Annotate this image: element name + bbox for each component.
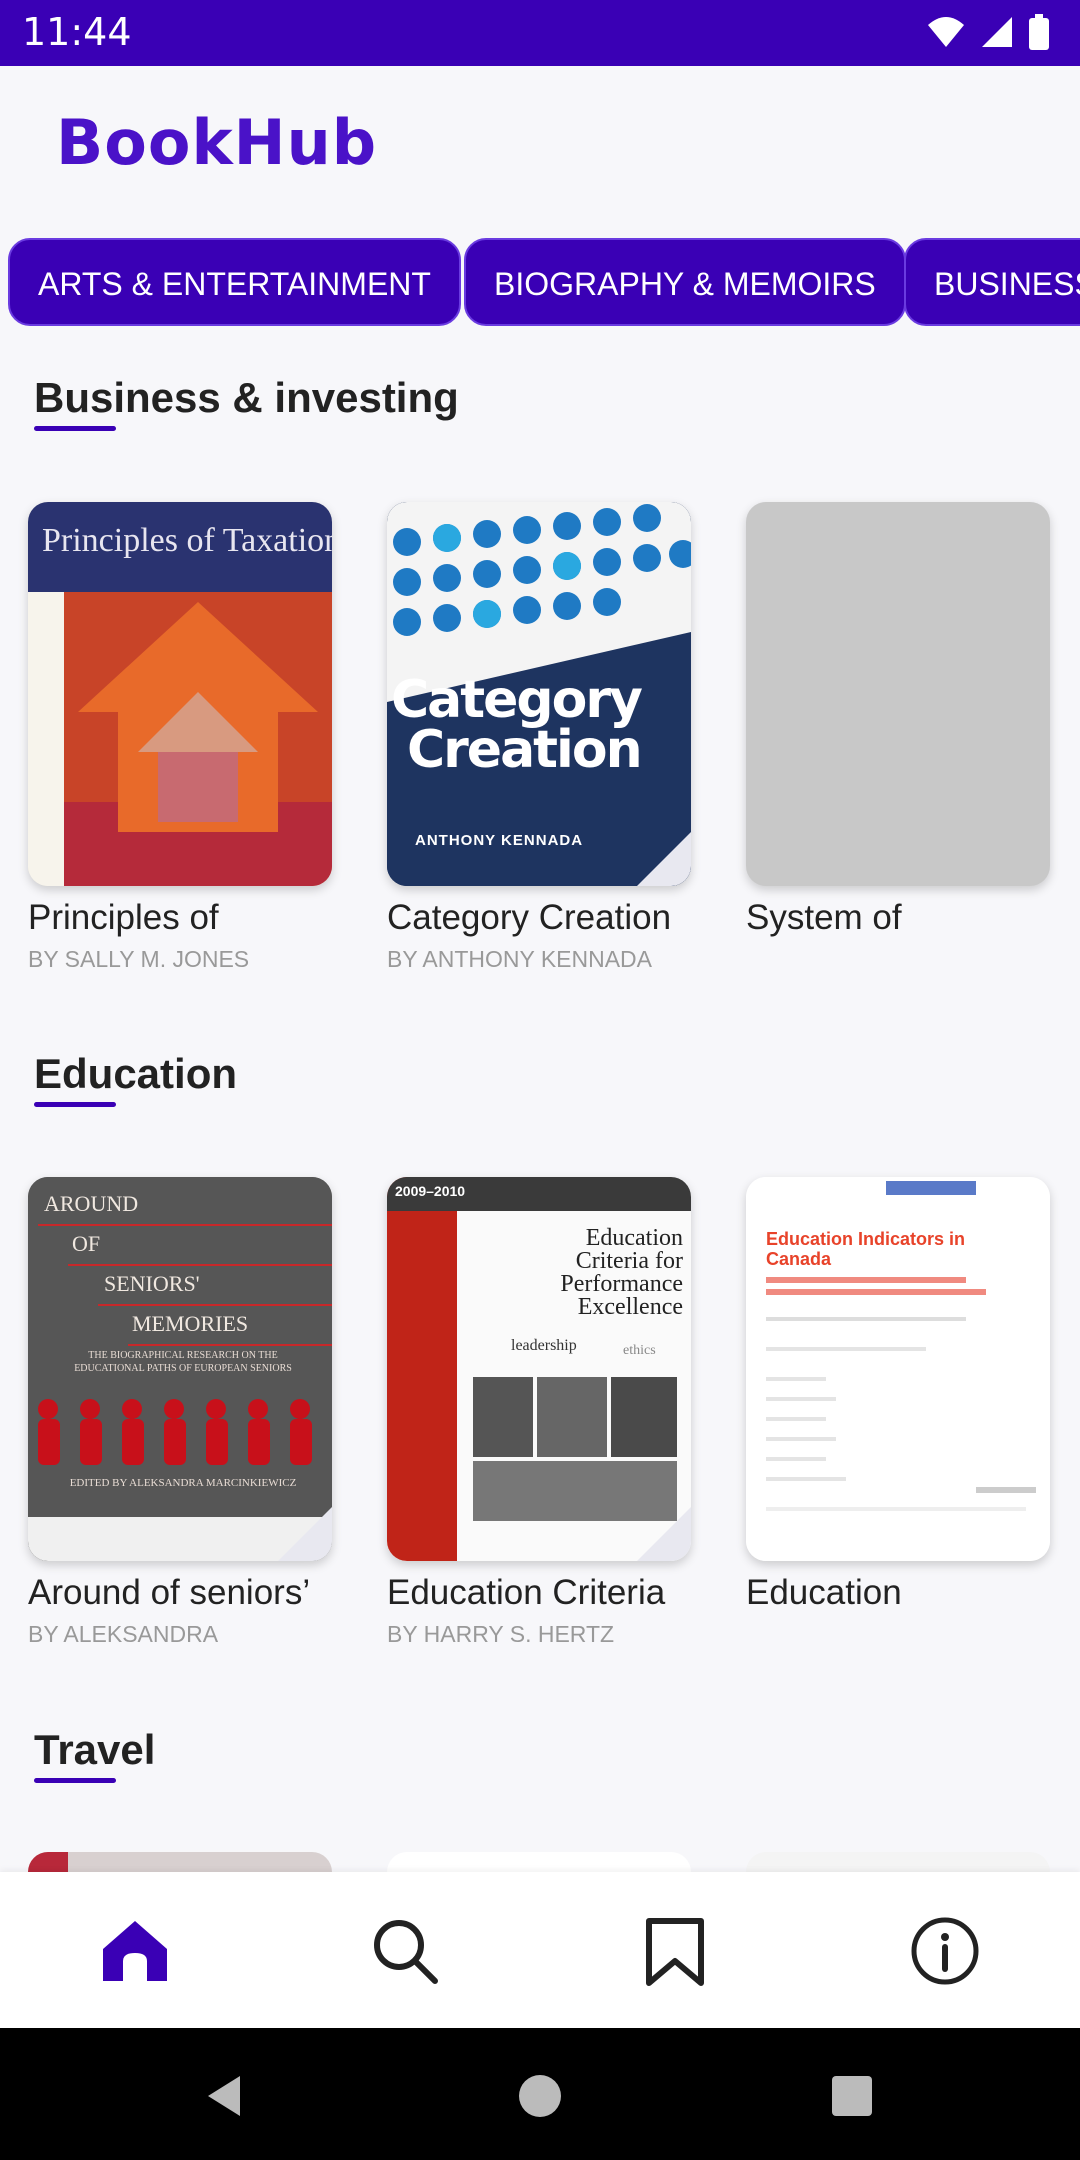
criteria-cover-ethics: ethics: [623, 1343, 656, 1358]
book-title: Around of seniors’: [28, 1573, 311, 1612]
chip-biography-memoirs[interactable]: BIOGRAPHY & MEMOIRS: [464, 238, 906, 326]
bottom-navigation: [0, 1872, 1080, 2028]
chip-arts-entertainment[interactable]: ARTS & ENTERTAINMENT: [8, 238, 461, 326]
around-cover-subtitle: THE BIOGRAPHICAL RESEARCH ON THE EDUCATI…: [74, 1350, 292, 1374]
principles-cover-title: Principles of Taxation: [42, 522, 332, 559]
criteria-cover-leadership: leadership: [511, 1337, 577, 1354]
nav-bookmarks[interactable]: [630, 1906, 720, 1996]
book-card[interactable]: Education Indicators in Canada Education: [746, 1177, 1050, 1621]
criteria-cover-year: 2009–2010: [395, 1183, 466, 1199]
indicators-cover-title: Education Indicators in Canada: [766, 1229, 966, 1269]
section-underline: [34, 426, 116, 431]
around-cover-line4: MEMORIES: [132, 1311, 249, 1336]
app-title: BookHub: [56, 106, 378, 179]
book-title: System of: [746, 898, 902, 937]
status-time: 11:44: [22, 10, 132, 54]
book-card[interactable]: Principles of Taxation Principles of BY …: [28, 502, 332, 973]
section-underline: [34, 1778, 116, 1783]
back-icon[interactable]: [200, 2072, 248, 2120]
around-cover-line1: AROUND: [44, 1191, 139, 1216]
book-cover[interactable]: AROUND OF SENIORS' MEMORIES THE BIOGRAPH…: [28, 1177, 332, 1561]
recents-icon[interactable]: [828, 2072, 876, 2120]
book-cover[interactable]: Education Indicators in Canada: [746, 1177, 1050, 1561]
book-cover[interactable]: Category Creation ANTHONY KENNADA: [387, 502, 691, 886]
book-title: Education Criteria: [387, 1573, 666, 1612]
book-card[interactable]: 2009–2010 Education Criteria for Perform…: [387, 1177, 691, 1648]
section-underline: [34, 1102, 116, 1107]
book-cover[interactable]: 2009–2010 Education Criteria for Perform…: [387, 1177, 691, 1561]
category-cover-author: ANTHONY KENNADA: [415, 832, 584, 849]
book-author: BY SALLY M. JONES: [28, 946, 250, 972]
category-cover-word2: Creation: [407, 720, 643, 780]
book-title: Principles of: [28, 898, 219, 937]
around-cover-edited: EDITED BY ALEKSANDRA MARCINKIEWICZ: [69, 1477, 297, 1489]
around-cover-line2: OF: [72, 1231, 101, 1256]
section-title-travel: Travel: [34, 1726, 156, 1773]
book-author: BY HARRY S. HERTZ: [387, 1621, 615, 1647]
wifi-icon: [928, 17, 964, 47]
book-title: Category Creation: [387, 898, 672, 937]
book-title: Education: [746, 1573, 902, 1612]
bookmark-icon: [646, 1918, 704, 1986]
chip-business[interactable]: BUSINESS: [904, 238, 1080, 326]
nav-home[interactable]: [90, 1906, 180, 1996]
book-author: BY ALEKSANDRA: [28, 1621, 219, 1647]
search-icon: [374, 1920, 438, 1984]
around-cover-line3: SENIORS': [104, 1271, 200, 1296]
book-cover[interactable]: Principles of Taxation: [28, 502, 332, 886]
system-navigation-bar: [0, 2028, 1080, 2160]
info-icon: [911, 1917, 979, 1985]
nav-search[interactable]: [360, 1906, 450, 1996]
section-title-education: Education: [34, 1050, 238, 1097]
book-card[interactable]: System of: [746, 502, 1050, 946]
book-card[interactable]: Category Creation ANTHONY KENNADA Catego…: [387, 502, 691, 973]
criteria-cover-text: Education Criteria for Performance Excel…: [560, 1225, 683, 1320]
nav-info[interactable]: [900, 1906, 990, 1996]
signal-icon: [982, 17, 1012, 47]
home-circle-icon[interactable]: [516, 2072, 564, 2120]
category-chips: ARTS & ENTERTAINMENT BIOGRAPHY & MEMOIRS…: [0, 238, 1080, 328]
section-title-business: Business & investing: [34, 374, 459, 421]
book-card[interactable]: AROUND OF SENIORS' MEMORIES THE BIOGRAPH…: [28, 1177, 332, 1648]
book-author: BY ANTHONY KENNADA: [387, 946, 653, 972]
home-icon: [103, 1921, 167, 1981]
battery-icon: [1029, 14, 1049, 50]
status-icons: [926, 14, 1050, 50]
book-cover-placeholder[interactable]: [746, 502, 1050, 886]
status-bar: 11:44: [0, 0, 1080, 66]
